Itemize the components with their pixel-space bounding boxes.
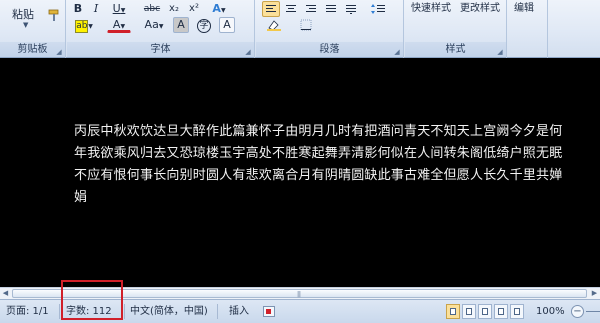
char-border-button[interactable]: A bbox=[219, 17, 235, 33]
styles-launcher-icon[interactable]: ◢ bbox=[496, 47, 504, 56]
macro-record-icon[interactable] bbox=[263, 306, 275, 317]
borders-icon bbox=[300, 19, 312, 31]
scroll-left-icon[interactable]: ◀ bbox=[0, 289, 11, 298]
format-painter-icon bbox=[48, 9, 59, 21]
status-divider bbox=[217, 304, 218, 319]
enclose-char-button[interactable]: 字 bbox=[195, 17, 213, 33]
document-line: 不应有恨何事长向别时圆人有悲欢离合月有阴晴圆缺此事古难全但愿人长久千里共婵 bbox=[74, 168, 563, 183]
distributed-icon bbox=[346, 5, 356, 14]
borders-button[interactable] bbox=[294, 17, 320, 33]
font-launcher-icon[interactable]: ◢ bbox=[244, 47, 252, 56]
paste-label: 粘贴 bbox=[12, 8, 34, 21]
char-border-label: A bbox=[223, 18, 231, 31]
insert-mode[interactable]: 插入 bbox=[229, 305, 249, 319]
change-case-button[interactable]: Aa▼ bbox=[139, 17, 169, 33]
line-spacing-button[interactable] bbox=[366, 1, 390, 17]
subscript-label: x₂ bbox=[169, 3, 179, 14]
paste-button[interactable]: 粘贴 ▼ bbox=[8, 2, 44, 40]
shading-button[interactable] bbox=[262, 17, 286, 33]
quick-styles-button[interactable]: 快速样式 bbox=[409, 2, 457, 28]
change-case-label: Aa bbox=[144, 18, 159, 31]
highlight-dropdown-icon: ▼ bbox=[88, 23, 93, 30]
text-effect-label: A bbox=[212, 2, 221, 15]
document-text[interactable]: 丙辰中秋欢饮达旦大醉作此篇兼怀子由明月几时有把酒问青天不知天上宫阙今夕是何 年我… bbox=[74, 121, 574, 209]
font-group: B I U▼ abc x₂ x² A▼ ab▼ A▼ Aa▼ A 字 A 字体 … bbox=[67, 0, 255, 58]
superscript-label: x² bbox=[189, 3, 199, 14]
language-indicator[interactable]: 中文(简体，中国) bbox=[130, 305, 208, 319]
outline-view-icon[interactable] bbox=[494, 304, 508, 319]
bold-label: B bbox=[73, 2, 83, 15]
document-line: 娟 bbox=[74, 190, 88, 205]
align-right-button[interactable] bbox=[302, 1, 320, 17]
status-divider bbox=[124, 304, 125, 319]
paragraph-group-label: 段落 bbox=[256, 42, 403, 57]
zoom-level[interactable]: 100% bbox=[536, 305, 565, 319]
superscript-button[interactable]: x² bbox=[185, 1, 203, 17]
justify-icon bbox=[326, 5, 336, 12]
scroll-right-icon[interactable]: ▶ bbox=[589, 289, 600, 298]
editing-button[interactable]: 编辑 bbox=[512, 2, 544, 42]
scrollbar-grip-icon: ||| bbox=[297, 291, 301, 298]
align-right-icon bbox=[306, 5, 316, 12]
align-left-button[interactable] bbox=[262, 1, 280, 17]
enclose-char-label: 字 bbox=[197, 19, 211, 33]
strikethrough-label: abc bbox=[143, 4, 161, 14]
align-left-icon bbox=[266, 5, 276, 12]
print-layout-view-icon[interactable] bbox=[446, 304, 460, 319]
align-center-icon bbox=[286, 5, 296, 12]
underline-label: U bbox=[112, 2, 121, 15]
subscript-button[interactable]: x₂ bbox=[165, 1, 183, 17]
paragraph-launcher-icon[interactable]: ◢ bbox=[393, 47, 401, 56]
italic-label: I bbox=[93, 2, 99, 15]
font-color-dropdown-icon: ▼ bbox=[120, 23, 126, 30]
highlight-icon: ab bbox=[75, 20, 89, 33]
zoom-slider[interactable] bbox=[586, 311, 600, 312]
document-line: 丙辰中秋欢饮达旦大醉作此篇兼怀子由明月几时有把酒问青天不知天上宫阙今夕是何 bbox=[74, 124, 563, 139]
macro-record-dot bbox=[266, 309, 271, 314]
align-center-button[interactable] bbox=[282, 1, 300, 17]
char-shading-button[interactable]: A bbox=[173, 17, 189, 33]
quick-styles-label: 快速样式 bbox=[411, 3, 451, 14]
shading-icon bbox=[267, 20, 281, 31]
paste-dropdown-icon: ▼ bbox=[23, 21, 29, 29]
line-spacing-icon bbox=[371, 4, 385, 14]
change-styles-label: 更改样式 bbox=[460, 3, 500, 14]
text-effect-button[interactable]: A▼ bbox=[207, 1, 231, 17]
justify-button[interactable] bbox=[322, 1, 340, 17]
document-line: 年我欲乘风归去又恐琼楼玉宇高处不胜寒起舞弄清影何似在人间转朱阁低绮户照无眠 bbox=[74, 146, 563, 161]
editing-group: 编辑 bbox=[508, 0, 548, 58]
distributed-button[interactable] bbox=[342, 1, 360, 17]
highlight-button[interactable]: ab▼ bbox=[72, 17, 96, 33]
underline-dropdown-icon: ▼ bbox=[120, 7, 126, 14]
strikethrough-button[interactable]: abc bbox=[141, 1, 163, 17]
web-layout-view-icon[interactable] bbox=[478, 304, 492, 319]
char-shading-label: A bbox=[177, 18, 185, 31]
full-screen-reading-view-icon[interactable] bbox=[462, 304, 476, 319]
font-group-label: 字体 bbox=[67, 42, 254, 57]
bold-button[interactable]: B bbox=[70, 1, 86, 17]
status-divider bbox=[59, 304, 60, 319]
document-area[interactable]: 丙辰中秋欢饮达旦大醉作此篇兼怀子由明月几时有把酒问青天不知天上宫阙今夕是何 年我… bbox=[0, 59, 600, 286]
italic-button[interactable]: I bbox=[88, 1, 104, 17]
ribbon: 粘贴 ▼ 剪贴板 ◢ B I U▼ abc x₂ x² A▼ ab▼ A▼ Aa… bbox=[0, 0, 600, 58]
zoom-out-icon[interactable]: − bbox=[571, 305, 584, 318]
clipboard-group: 粘贴 ▼ 剪贴板 ◢ bbox=[0, 0, 66, 58]
clipboard-launcher-icon[interactable]: ◢ bbox=[55, 47, 63, 56]
paragraph-group: 段落 ◢ bbox=[256, 0, 404, 58]
change-styles-button[interactable]: 更改样式 bbox=[459, 2, 505, 28]
text-effect-dropdown-icon: ▼ bbox=[220, 7, 226, 14]
styles-group: 快速样式 更改样式 样式 ◢ bbox=[405, 0, 507, 58]
editing-label: 编辑 bbox=[514, 3, 534, 14]
page-count[interactable]: 页面: 1/1 bbox=[6, 305, 49, 319]
underline-button[interactable]: U▼ bbox=[107, 1, 131, 17]
font-color-button[interactable]: A▼ bbox=[107, 17, 131, 33]
format-painter-button[interactable] bbox=[46, 8, 62, 24]
draft-view-icon[interactable] bbox=[510, 304, 524, 319]
change-case-dropdown-icon: ▼ bbox=[158, 23, 164, 30]
word-count-highlight-box bbox=[61, 280, 123, 320]
styles-group-label: 样式 bbox=[405, 42, 506, 57]
